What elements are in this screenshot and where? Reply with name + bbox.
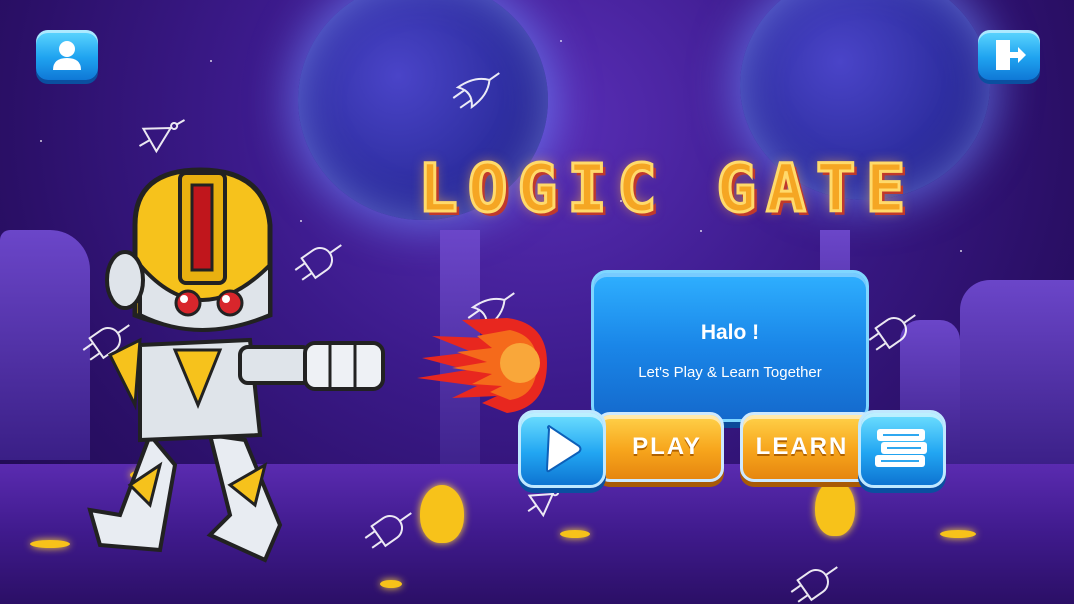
robot-character bbox=[87, 167, 385, 563]
lava-spot bbox=[30, 540, 70, 548]
learn-button-label: LEARN bbox=[755, 433, 849, 460]
game-title: LOGIC GATE bbox=[417, 149, 916, 229]
star bbox=[210, 60, 212, 62]
profile-button[interactable] bbox=[36, 30, 98, 80]
greeting-subtitle: Let's Play & Learn Together bbox=[638, 364, 822, 381]
greeting-panel: Halo ! Let's Play & Learn Together bbox=[591, 270, 869, 422]
lava-glow bbox=[420, 485, 464, 543]
star bbox=[700, 230, 702, 232]
play-button-label: PLAY bbox=[632, 433, 702, 460]
star bbox=[560, 40, 562, 42]
fireball bbox=[417, 318, 547, 413]
lava-spot bbox=[940, 530, 976, 538]
play-button[interactable]: PLAY bbox=[596, 412, 724, 482]
greeting-text: Halo ! bbox=[700, 321, 760, 344]
logout-button[interactable] bbox=[978, 30, 1040, 80]
star bbox=[960, 250, 962, 252]
star bbox=[40, 140, 42, 142]
or-gate-icon bbox=[452, 72, 500, 110]
logout-icon bbox=[996, 40, 1026, 70]
and-gate-icon bbox=[868, 314, 916, 351]
lava-spot bbox=[560, 530, 590, 538]
game-stage: LOGIC GATE Halo ! Let's Play & Learn Tog… bbox=[0, 0, 1074, 604]
user-profile-icon bbox=[53, 41, 81, 70]
rock-formation bbox=[960, 280, 1074, 470]
books-icon bbox=[875, 429, 927, 467]
not-gate-icon bbox=[138, 119, 186, 154]
learn-button[interactable]: LEARN bbox=[740, 412, 876, 482]
learn-icon-button[interactable] bbox=[858, 410, 946, 488]
rock-formation bbox=[0, 230, 90, 460]
lava-glow bbox=[815, 480, 855, 536]
and-gate-icon bbox=[790, 566, 838, 603]
play-icon bbox=[545, 424, 582, 473]
play-icon-button[interactable] bbox=[518, 410, 606, 488]
